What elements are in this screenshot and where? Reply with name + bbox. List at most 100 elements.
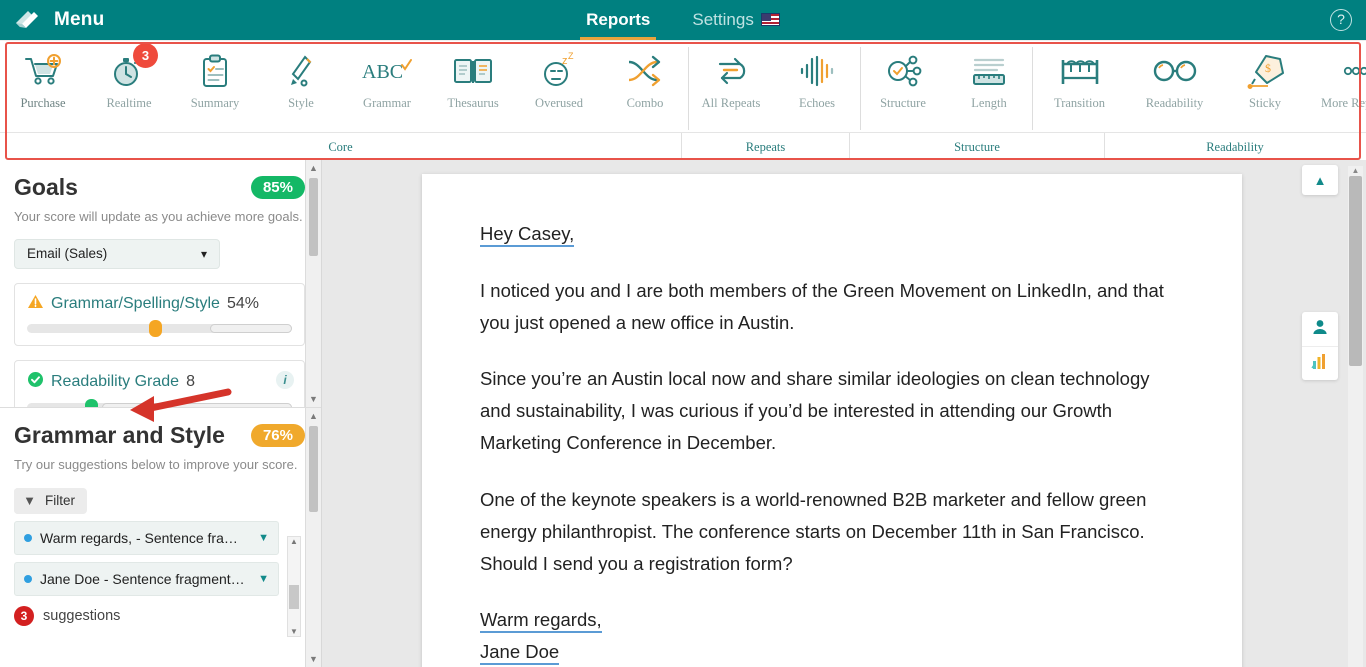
- filter-button[interactable]: Filter: [14, 487, 87, 514]
- tool-grammar[interactable]: ABC Grammar: [344, 41, 430, 132]
- scroll-up-icon[interactable]: ▲: [306, 408, 321, 424]
- progress-target-range: [210, 323, 292, 333]
- tab-reports[interactable]: Reports: [580, 0, 657, 40]
- status-badge: 3: [14, 605, 34, 626]
- document-paragraph: One of the keynote speakers is a world-r…: [480, 488, 1147, 574]
- person-icon: [1311, 318, 1329, 341]
- document-paragraph: I noticed you and I are both members of …: [480, 279, 1164, 333]
- tool-echoes-label: Echoes: [798, 96, 836, 110]
- ribbon-group-repeats: All Repeats Echoes: [688, 41, 860, 132]
- progress-knob[interactable]: [85, 398, 99, 407]
- scroll-up-icon[interactable]: ▲: [288, 537, 300, 546]
- svg-text:$: $: [1265, 61, 1271, 75]
- chevron-down-icon[interactable]: ▼: [258, 532, 269, 544]
- glasses-icon: [1151, 49, 1199, 93]
- suggestion-text: Warm regards, - Sentence fra…: [40, 529, 238, 546]
- person-button[interactable]: [1302, 312, 1338, 346]
- ellipsis-icon: [1336, 49, 1366, 93]
- goal-card-readability[interactable]: i Readability Grade 8: [14, 359, 305, 407]
- document-signoff: Warm regards,: [480, 608, 602, 634]
- tool-transition-label: Transition: [1054, 96, 1105, 110]
- document-page[interactable]: Hey Casey, I noticed you and I are both …: [422, 174, 1242, 667]
- tool-all-repeats-label: All Repeats: [701, 96, 761, 110]
- sticky-tag-icon: $: [1244, 49, 1286, 93]
- ribbon-toolbar: Purchase 3 Realtime Summary Style ABC Gr…: [0, 40, 1366, 161]
- tool-sticky[interactable]: $ Sticky: [1222, 41, 1308, 132]
- left-sidebar: Goals 85% Your score will update as you …: [0, 160, 322, 667]
- stats-button[interactable]: [1302, 346, 1338, 380]
- scroll-thumb[interactable]: [289, 585, 299, 609]
- tool-structure[interactable]: Structure: [860, 41, 946, 132]
- scroll-down-icon[interactable]: ▼: [288, 627, 300, 636]
- document-signature: Jane Doe: [480, 640, 560, 666]
- tool-overused-label: Overused: [535, 96, 583, 110]
- goal-readability-label: Readability Grade: [51, 372, 180, 390]
- tool-length[interactable]: Length: [946, 41, 1032, 132]
- scroll-down-icon[interactable]: ▼: [306, 651, 321, 667]
- top-bar: Menu Reports Settings ?: [0, 0, 1366, 40]
- ribbon-group-readability: Transition Readability $ Sticky More Re: [1032, 41, 1366, 132]
- chevron-down-icon[interactable]: ▼: [258, 573, 269, 585]
- document-type-select[interactable]: Email (Sales) ▾: [14, 238, 220, 269]
- list-item[interactable]: Jane Doe - Sentence fragment… ▼: [14, 561, 279, 596]
- tool-purchase-label: Purchase: [20, 96, 66, 110]
- list-item[interactable]: Warm regards, - Sentence fra… ▼: [14, 520, 279, 555]
- group-label-readability: Readability: [1206, 139, 1264, 154]
- tool-summary[interactable]: Summary: [172, 41, 258, 132]
- tool-summary-label: Summary: [190, 96, 240, 110]
- svg-text:z: z: [562, 55, 568, 67]
- tab-settings[interactable]: Settings: [686, 0, 785, 40]
- info-icon[interactable]: i: [276, 370, 294, 389]
- filter-row: Filter ▲ ▼: [14, 487, 305, 514]
- tool-transition[interactable]: Transition: [1032, 41, 1127, 132]
- ribbon-group-structure: Structure Length: [860, 41, 1032, 132]
- group-label-repeats: Repeats: [682, 133, 850, 161]
- goal-grammar-value: 54%: [226, 294, 259, 312]
- scroll-down-icon[interactable]: ▼: [306, 391, 321, 407]
- rail-tool-group: [1302, 312, 1338, 380]
- grammar-style-panel: Grammar and Style 76% Try our suggestion…: [0, 408, 321, 667]
- suggestions-scrollbar[interactable]: ▲ ▼: [287, 536, 301, 637]
- scroll-thumb[interactable]: [309, 426, 318, 512]
- tool-more-reports[interactable]: More Reports: [1308, 41, 1366, 132]
- us-flag-icon: [760, 13, 780, 26]
- progress-knob[interactable]: [148, 319, 162, 337]
- tool-realtime[interactable]: 3 Realtime: [86, 41, 172, 132]
- goals-panel: Goals 85% Your score will update as you …: [0, 160, 321, 408]
- pen-icon: [281, 49, 321, 93]
- collapse-panel-button[interactable]: ▲: [1302, 165, 1338, 195]
- tool-thesaurus[interactable]: Thesaurus: [430, 41, 516, 132]
- tool-style-label: Style: [288, 96, 314, 110]
- grammar-style-subtitle: Try our suggestions below to improve you…: [14, 457, 298, 472]
- tool-style[interactable]: Style: [258, 41, 344, 132]
- ribbon-group-labels: Core Repeats Structure Readability: [0, 132, 1366, 161]
- tool-echoes[interactable]: Echoes: [774, 41, 860, 132]
- scroll-up-icon[interactable]: ▲: [1348, 166, 1363, 175]
- bridge-icon: [1058, 49, 1102, 93]
- scroll-up-icon[interactable]: ▲: [306, 160, 321, 176]
- chevron-up-icon: ▲: [1313, 172, 1327, 188]
- question-mark-icon[interactable]: ?: [1330, 9, 1352, 31]
- tool-structure-label: Structure: [880, 96, 926, 110]
- tool-combo[interactable]: Combo: [602, 41, 688, 132]
- funnel-icon: [26, 493, 38, 508]
- goal-grammar-progress[interactable]: [27, 319, 292, 337]
- page-scrollbar[interactable]: ▲: [1348, 166, 1363, 667]
- goal-card-grammar[interactable]: Grammar/Spelling/Style 54%: [14, 282, 305, 346]
- goals-score-badge: 85%: [250, 176, 305, 199]
- sleepy-face-icon: z Z: [537, 49, 581, 93]
- document-paragraph: Warm regards, Jane Doe: [480, 604, 1184, 667]
- node-graph-icon: [882, 49, 924, 93]
- right-rail: ▲ ▲: [1290, 160, 1366, 667]
- tool-purchase[interactable]: Purchase: [0, 41, 86, 132]
- warning-triangle-icon: [27, 294, 44, 314]
- scroll-thumb[interactable]: [1349, 176, 1362, 366]
- tab-settings-label: Settings: [692, 10, 754, 29]
- scroll-thumb[interactable]: [309, 178, 318, 256]
- tool-readability[interactable]: Readability: [1127, 41, 1222, 132]
- tool-all-repeats[interactable]: All Repeats: [688, 41, 774, 132]
- tool-overused[interactable]: z Z Overused: [516, 41, 602, 132]
- goals-scrollbar[interactable]: ▲ ▼: [305, 160, 321, 407]
- grammar-style-scrollbar[interactable]: ▲ ▼: [305, 408, 321, 667]
- open-book-icon: [451, 49, 495, 93]
